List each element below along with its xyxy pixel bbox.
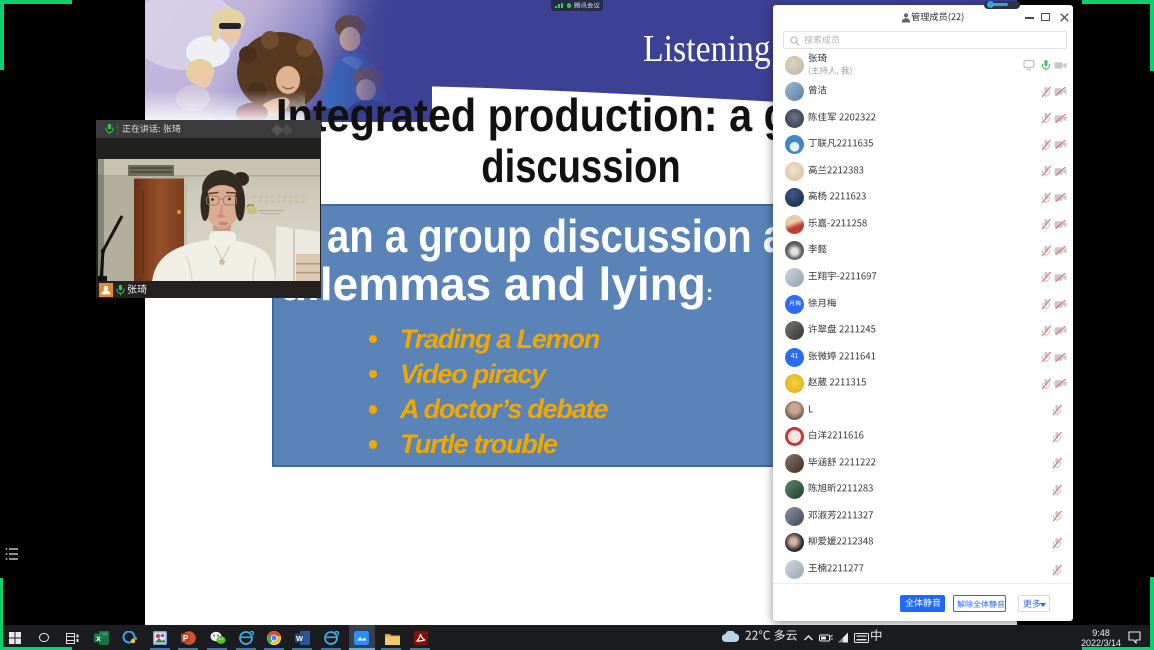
svg-text:P: P: [183, 634, 189, 643]
svg-text:x: x: [96, 634, 101, 643]
svg-text:W: W: [296, 634, 304, 643]
